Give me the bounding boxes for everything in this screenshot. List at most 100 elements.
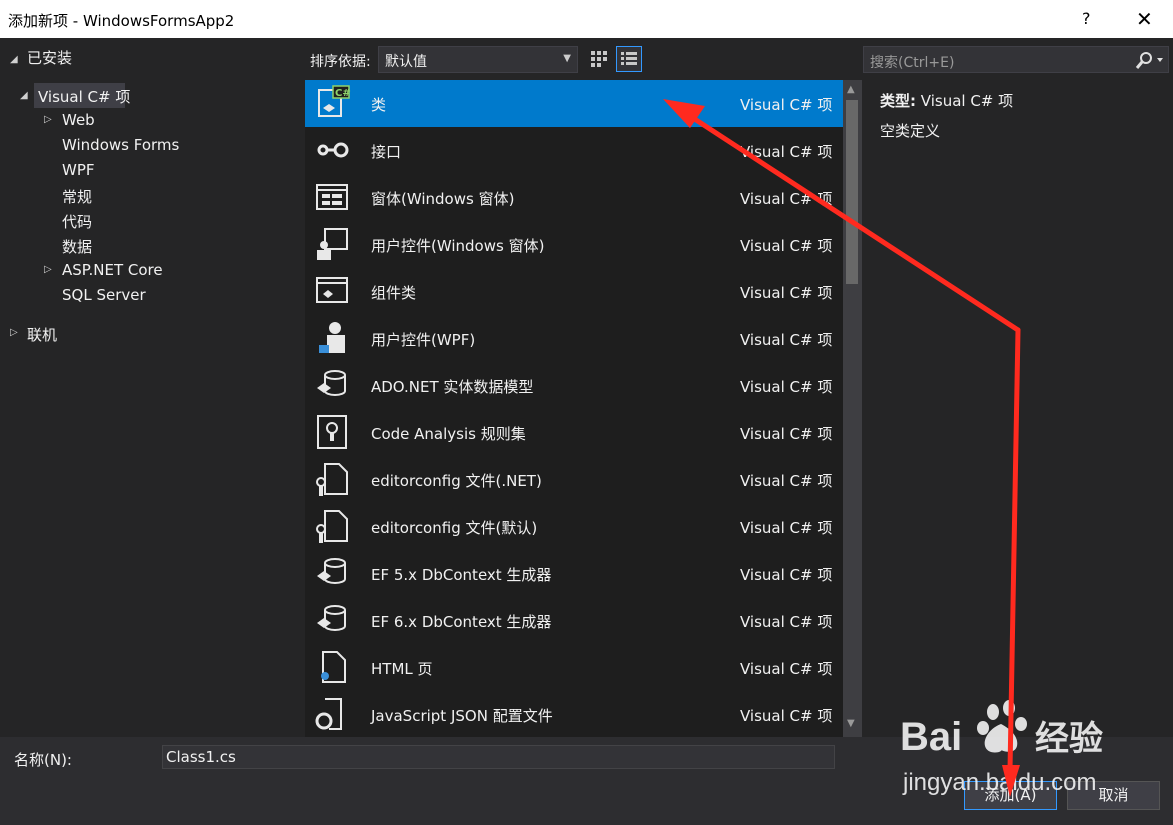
details-type-label: 类型: xyxy=(880,92,916,110)
template-item[interactable]: 接口 Visual C# 项 xyxy=(305,127,843,174)
scroll-up-icon[interactable]: ▲ xyxy=(847,84,855,95)
tree-item-data[interactable]: 数据 xyxy=(62,236,92,257)
template-name: editorconfig 文件(.NET) xyxy=(371,472,542,490)
template-name: 用户控件(WPF) xyxy=(371,331,476,349)
template-type: Visual C# 项 xyxy=(740,613,833,631)
template-name: editorconfig 文件(默认) xyxy=(371,519,538,537)
list-view-icon xyxy=(621,52,637,65)
collapsed-arrow-icon[interactable]: ▷ xyxy=(44,114,52,125)
template-name: 窗体(Windows 窗体) xyxy=(371,190,515,208)
tree-item-wpf[interactable]: WPF xyxy=(62,161,95,179)
search-placeholder: 搜索(Ctrl+E) xyxy=(870,55,955,71)
template-name: 组件类 xyxy=(371,284,417,302)
template-item[interactable]: 组件类 Visual C# 项 xyxy=(305,268,843,315)
template-list: C# 类 Visual C# 项接口 Visual C# 项窗体(Windows 窗体… xyxy=(305,80,843,737)
expanded-arrow-icon[interactable]: ◢ xyxy=(10,54,18,65)
template-item[interactable]: EF 5.x DbContext 生成器 Visual C# 项 xyxy=(305,550,843,597)
template-item[interactable]: editorconfig 文件(默认) Visual C# 项 xyxy=(305,503,843,550)
ruleset-icon xyxy=(313,413,351,451)
template-item[interactable]: HTML 页 Visual C# 项 xyxy=(305,644,843,691)
data-model-icon xyxy=(313,366,351,404)
template-type: Visual C# 项 xyxy=(740,190,833,208)
details-pane: 类型: Visual C# 项 空类定义 xyxy=(862,80,1173,737)
template-item[interactable]: JavaScript JSON 配置文件 Visual C# 项 xyxy=(305,691,843,737)
tree-item-windows-forms[interactable]: Windows Forms xyxy=(62,136,179,154)
sort-dropdown[interactable]: 默认值 ▼ xyxy=(378,46,578,73)
template-name: EF 6.x DbContext 生成器 xyxy=(371,613,552,631)
template-type: Visual C# 项 xyxy=(740,331,833,349)
search-icon[interactable] xyxy=(1132,49,1166,75)
interface-icon xyxy=(313,131,351,169)
template-type: Visual C# 项 xyxy=(740,660,833,678)
title-bar: 添加新项 - WindowsFormsApp2 ? ✕ xyxy=(0,0,1173,38)
user-control-icon xyxy=(313,225,351,263)
svg-text:C#: C# xyxy=(335,88,351,99)
template-name: 类 xyxy=(371,96,387,114)
template-item[interactable]: C# 类 Visual C# 项 xyxy=(305,80,843,127)
template-item[interactable]: Code Analysis 规则集 Visual C# 项 xyxy=(305,409,843,456)
tree-item-visual-csharp[interactable]: Visual C# 项 xyxy=(38,86,130,107)
template-item[interactable]: editorconfig 文件(.NET) Visual C# 项 xyxy=(305,456,843,503)
name-label: 名称(N): xyxy=(14,751,72,769)
template-name: EF 5.x DbContext 生成器 xyxy=(371,566,552,584)
template-item[interactable]: 窗体(Windows 窗体) Visual C# 项 xyxy=(305,174,843,221)
tree-item-aspnet-core[interactable]: ASP.NET Core xyxy=(62,261,163,279)
template-type: Visual C# 项 xyxy=(740,143,833,161)
watermark-brand: Bai xyxy=(900,715,962,759)
baidu-logo-icon: Bai 经验 jingyan.baidu.com xyxy=(900,700,1103,796)
watermark-brand2: 经验 xyxy=(1035,719,1103,759)
watermark-url: jingyan.baidu.com xyxy=(902,769,1096,796)
template-item[interactable]: 用户控件(Windows 窗体) Visual C# 项 xyxy=(305,221,843,268)
tree-item-installed[interactable]: 已安装 xyxy=(27,47,72,68)
tree-item-web[interactable]: Web xyxy=(62,111,95,129)
data-model-icon xyxy=(313,554,351,592)
list-scrollbar[interactable]: ▲ ▼ xyxy=(843,80,862,737)
tree-item-general[interactable]: 常规 xyxy=(62,186,92,207)
list-view-button[interactable] xyxy=(616,46,642,72)
scroll-thumb[interactable] xyxy=(846,100,858,284)
template-name: ADO.NET 实体数据模型 xyxy=(371,378,534,396)
template-type: Visual C# 项 xyxy=(740,566,833,584)
chevron-down-icon: ▼ xyxy=(563,53,571,64)
collapsed-arrow-icon[interactable]: ▷ xyxy=(10,327,18,338)
tree-item-code[interactable]: 代码 xyxy=(62,211,92,232)
component-icon xyxy=(313,272,351,310)
template-name: HTML 页 xyxy=(371,660,433,678)
details-type: 类型: Visual C# 项 xyxy=(880,90,1013,111)
window-title: 添加新项 - WindowsFormsApp2 xyxy=(8,12,235,30)
template-type: Visual C# 项 xyxy=(740,707,833,725)
tree-item-online[interactable]: 联机 xyxy=(27,324,57,345)
collapsed-arrow-icon[interactable]: ▷ xyxy=(44,264,52,275)
category-tree: ◢ 已安装 ◢ Visual C# 项 ▷ Web Windows Forms … xyxy=(0,38,305,738)
template-type: Visual C# 项 xyxy=(740,519,833,537)
template-name: 用户控件(Windows 窗体) xyxy=(371,237,545,255)
expanded-arrow-icon[interactable]: ◢ xyxy=(20,90,28,101)
template-item[interactable]: ADO.NET 实体数据模型 Visual C# 项 xyxy=(305,362,843,409)
template-type: Visual C# 项 xyxy=(740,425,833,443)
config-file-icon xyxy=(313,507,351,545)
template-type: Visual C# 项 xyxy=(740,284,833,302)
grid-view-button[interactable] xyxy=(586,46,612,72)
form-icon xyxy=(313,178,351,216)
details-description: 空类定义 xyxy=(880,122,941,140)
help-button[interactable]: ? xyxy=(1082,9,1091,28)
data-model-icon xyxy=(313,601,351,639)
search-field[interactable]: 搜索(Ctrl+E) xyxy=(863,46,1169,73)
template-name: Code Analysis 规则集 xyxy=(371,425,526,443)
template-item[interactable]: 用户控件(WPF) Visual C# 项 xyxy=(305,315,843,362)
json-config-icon xyxy=(313,695,351,733)
config-file-icon xyxy=(313,460,351,498)
template-type: Visual C# 项 xyxy=(740,472,833,490)
template-type: Visual C# 项 xyxy=(740,96,833,114)
template-item[interactable]: EF 6.x DbContext 生成器 Visual C# 项 xyxy=(305,597,843,644)
name-input[interactable] xyxy=(162,745,835,769)
template-type: Visual C# 项 xyxy=(740,237,833,255)
sort-value: 默认值 xyxy=(385,54,427,70)
html-page-icon xyxy=(313,648,351,686)
grid-view-icon xyxy=(591,51,607,67)
scroll-down-icon[interactable]: ▼ xyxy=(847,718,855,729)
tree-item-sql-server[interactable]: SQL Server xyxy=(62,286,146,304)
class-icon: C# xyxy=(313,84,351,122)
close-button[interactable]: ✕ xyxy=(1136,7,1153,31)
template-name: 接口 xyxy=(371,143,402,161)
